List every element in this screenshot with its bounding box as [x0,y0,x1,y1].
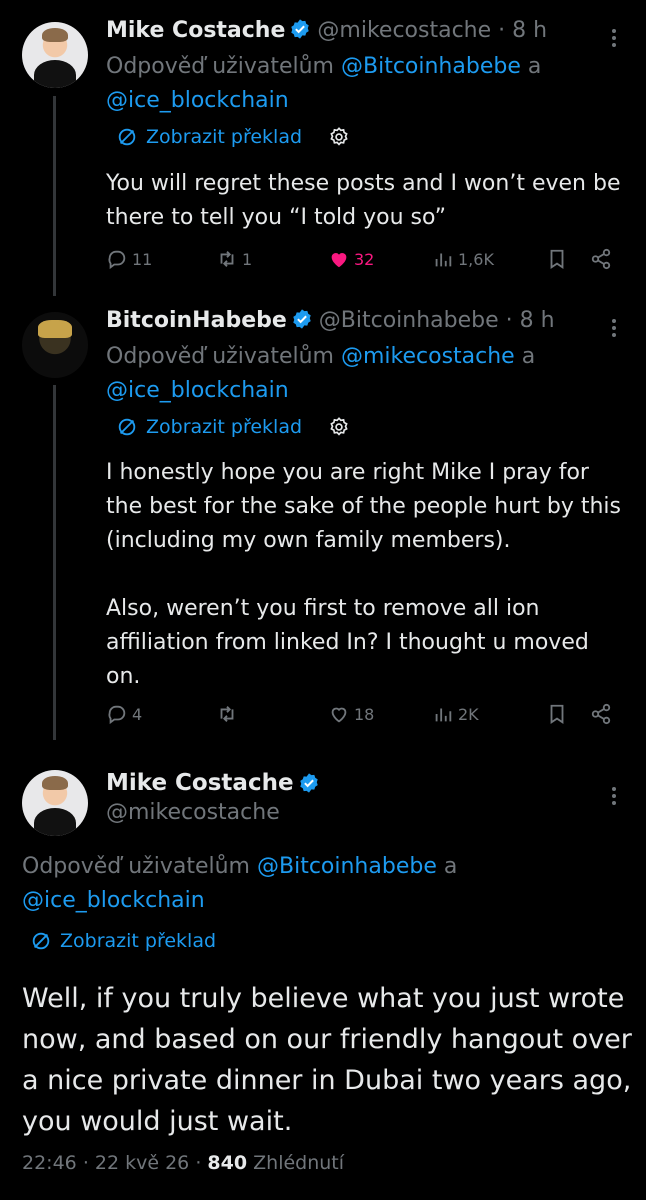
bookmark-button[interactable] [546,248,568,270]
reply-and: a [527,54,542,79]
more-icon[interactable] [612,316,620,340]
display-name[interactable]: Mike Costache [106,770,294,796]
tweet-text: Well, if you truly believe what you just… [22,983,632,1137]
translate-label[interactable]: Zobrazit překlad [60,930,216,952]
tweet-paragraph: Also, weren’t you first to remove all io… [106,596,589,689]
translate-label[interactable]: Zobrazit překlad [146,126,302,148]
reply-prefix: Odpověď uživatelům [22,854,250,879]
reply-button[interactable]: 4 [106,703,142,725]
gear-icon[interactable] [328,416,350,438]
like-count: 18 [354,704,375,724]
reply-and: a [443,854,458,879]
reply-user-link[interactable]: @ice_blockchain [22,888,205,913]
verified-badge-icon [299,773,318,793]
translate-icon [118,418,136,436]
verified-badge-icon [293,309,311,329]
separator: · [82,1152,89,1174]
reply-user-link[interactable]: @Bitcoinhabebe [341,54,521,79]
timestamp[interactable]: 8 h [520,308,555,333]
tweet-1[interactable]: Mike Costache @mikecostache · 8 h Odpověď… [0,0,646,290]
reply-and: a [521,344,536,369]
bookmark-icon [550,704,564,724]
separator: · [505,308,513,333]
reply-count: 11 [132,249,153,269]
reply-user-link[interactable]: @Bitcoinhabebe [257,854,437,879]
handle[interactable]: @mikecostache [317,18,491,43]
verified-badge-icon [291,19,310,39]
share-icon [591,703,611,725]
like-icon [331,253,347,268]
tweet-header: BitcoinHabebe @Bitcoinhabebe · 8 h [106,306,555,336]
like-icon [331,707,347,723]
translate-link[interactable]: Zobrazit překlad [116,126,350,148]
bookmark-icon [550,249,564,269]
action-bar: 11 1 32 1,6K [106,248,616,278]
views-button[interactable]: 1,6K [432,248,494,270]
retweet-icon [220,251,234,267]
timestamp[interactable]: 22:46 [22,1152,77,1174]
more-icon[interactable] [612,26,620,50]
display-name[interactable]: BitcoinHabebe [106,308,287,333]
views-button[interactable]: 2K [432,703,479,725]
share-icon [591,248,611,270]
tweet-header: Mike Costache @mikecostache · 8 h [106,16,547,46]
reply-user-link[interactable]: @ice_blockchain [106,88,289,113]
main-tweet: Mike Costache @mikecostache Odpověď uživ… [0,750,646,1200]
translate-icon [118,128,136,146]
date[interactable]: 22 kvě 26 [95,1152,189,1174]
avatar[interactable] [22,22,88,88]
views-icon [435,253,452,267]
reply-prefix: Odpověď uživatelům [106,344,334,369]
tweet-header: Mike Costache @mikecostache [106,770,326,825]
share-button[interactable] [590,248,612,270]
handle[interactable]: @Bitcoinhabebe [319,308,499,333]
translate-link[interactable]: Zobrazit překlad [116,416,350,438]
more-icon[interactable] [612,784,620,808]
replying-to: Odpověď uživatelům @mikecostache a @ice_… [106,340,606,408]
reply-button[interactable]: 11 [106,248,152,270]
translate-link[interactable]: Zobrazit překlad [30,930,216,952]
separator: · [195,1152,202,1174]
like-count: 32 [354,249,375,269]
views-count: 2K [458,704,479,724]
reply-prefix: Odpověď uživatelům [106,54,334,79]
bookmark-button[interactable] [546,703,568,725]
retweet-button[interactable]: 1 [216,248,252,270]
retweet-icon [220,706,234,722]
views-icon [435,708,452,722]
reply-icon [108,250,126,270]
like-button[interactable]: 32 [328,248,374,270]
translate-label[interactable]: Zobrazit překlad [146,416,302,438]
action-bar: 4 18 2K [106,703,616,733]
tweet-2[interactable]: BitcoinHabebe @Bitcoinhabebe · 8 h Odpově… [0,290,646,750]
handle[interactable]: @mikecostache [106,800,326,825]
like-button[interactable]: 18 [328,703,374,725]
translate-icon [32,932,50,950]
reply-count: 4 [132,704,143,724]
gear-icon[interactable] [328,126,350,148]
tweet-text: I honestly hope you are right Mike I pra… [106,456,626,694]
reply-user-link[interactable]: @mikecostache [341,344,515,369]
timestamp[interactable]: 8 h [512,18,547,43]
tweet-text: You will regret these posts and I won’t … [106,171,621,230]
tweet-meta: 22:46 · 22 kvě 26 · 840 Zhlédnutí [22,1152,344,1174]
retweet-button[interactable] [216,703,242,725]
reply-icon [108,705,126,725]
views-label: Zhlédnutí [253,1152,345,1174]
reply-user-link[interactable]: @ice_blockchain [106,378,289,403]
display-name[interactable]: Mike Costache [106,18,285,43]
views-count[interactable]: 840 [207,1152,247,1174]
retweet-count: 1 [242,249,253,269]
replying-to: Odpověď uživatelům @Bitcoinhabebe a @ice… [106,50,606,118]
views-count: 1,6K [458,249,494,269]
separator: · [498,18,506,43]
avatar[interactable] [22,312,88,378]
tweet-paragraph: I honestly hope you are right Mike I pra… [106,460,621,553]
share-button[interactable] [590,703,612,725]
avatar[interactable] [22,770,88,836]
replying-to: Odpověď uživatelům @Bitcoinhabebe a @ice… [22,850,622,918]
